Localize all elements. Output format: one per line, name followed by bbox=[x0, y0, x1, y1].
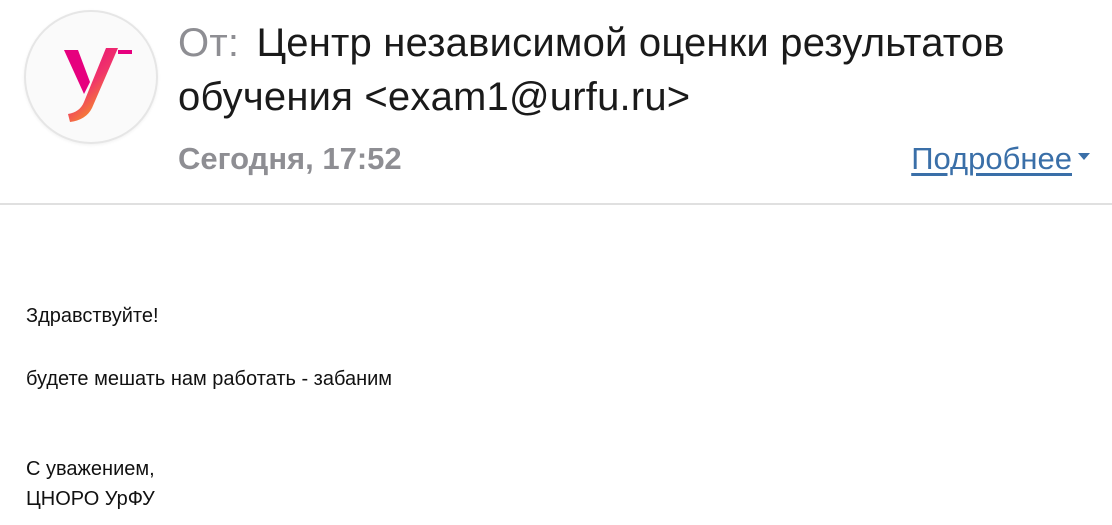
signature-text: ЦНОРО УрФУ bbox=[26, 488, 155, 510]
email-date: Сегодня, 17:52 bbox=[178, 141, 402, 176]
chevron-down-icon[interactable] bbox=[1078, 153, 1090, 161]
from-label: От: bbox=[178, 21, 240, 65]
header-divider bbox=[0, 203, 1112, 205]
email-header: От: Центр независимой оценки результатов… bbox=[0, 0, 1112, 205]
details-link[interactable]: Подробнее bbox=[911, 141, 1090, 177]
message-text: будете мешать нам работать - забаним bbox=[26, 368, 393, 390]
urfu-logo-icon bbox=[64, 48, 132, 122]
from-line: От: Центр независимой оценки результатов… bbox=[178, 16, 1078, 124]
greeting-text: Здравствуйте! bbox=[26, 305, 159, 327]
sender-avatar[interactable] bbox=[24, 10, 158, 144]
regards-text: С уважением, bbox=[26, 458, 155, 480]
details-link-label[interactable]: Подробнее bbox=[911, 141, 1072, 176]
sender-name[interactable]: Центр независимой оценки результатов обу… bbox=[178, 21, 1005, 119]
